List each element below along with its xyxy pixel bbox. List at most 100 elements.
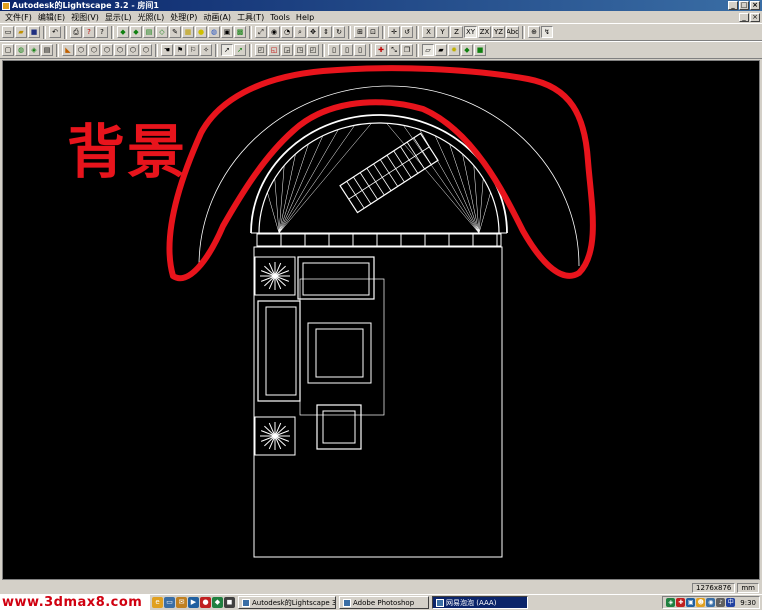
material-icon[interactable]: ▦ xyxy=(182,26,194,38)
tray-ime-icon[interactable]: 中 xyxy=(726,598,736,607)
texture-icon[interactable]: ▤ xyxy=(41,44,53,56)
pan-icon[interactable]: ✥ xyxy=(307,26,319,38)
wireframe-icon[interactable]: ▱ xyxy=(422,44,434,56)
tray-antivirus-icon[interactable]: ✚ xyxy=(676,598,686,607)
cube-wire-6-icon[interactable]: ⬡ xyxy=(140,44,152,56)
viewport-canvas[interactable]: 背景 xyxy=(2,60,760,580)
render-icon[interactable]: ▣ xyxy=(221,26,233,38)
box-icon[interactable]: ▢ xyxy=(2,44,14,56)
select-1-icon[interactable]: ◰ xyxy=(255,44,267,56)
task-photoshop[interactable]: Adobe Photoshop xyxy=(339,596,429,609)
eye-icon[interactable]: ◉ xyxy=(268,26,280,38)
tray-volume-icon[interactable]: ♪ xyxy=(716,598,726,607)
doc-edit-icon[interactable]: ▯ xyxy=(341,44,353,56)
app-icon[interactable] xyxy=(2,1,10,10)
open-folder-icon[interactable]: ▰ xyxy=(15,26,27,38)
undo-icon[interactable]: ↶ xyxy=(49,26,61,38)
select-2-icon[interactable]: ◱ xyxy=(268,44,280,56)
help-icon[interactable]: ? xyxy=(83,26,95,38)
dolly-icon[interactable]: ⇕ xyxy=(320,26,332,38)
layers-icon[interactable]: ▤ xyxy=(143,26,155,38)
quick-app1-icon[interactable]: ● xyxy=(200,597,211,608)
plane-yz-button[interactable]: YZ xyxy=(492,26,505,38)
close-button[interactable]: × xyxy=(750,1,760,10)
shaded-icon[interactable]: ▰ xyxy=(435,44,447,56)
menu-file[interactable]: 文件(F) xyxy=(2,12,35,23)
task-popo[interactable]: 网易泡泡 (AAA) xyxy=(432,596,528,609)
menu-tools-cn[interactable]: 工具(T) xyxy=(234,12,267,23)
quick-media-icon[interactable]: ▶ xyxy=(188,597,199,608)
tray-qq-icon[interactable]: ☻ xyxy=(696,598,706,607)
doc-minimize-button[interactable]: _ xyxy=(739,12,749,22)
select-3-icon[interactable]: ◲ xyxy=(281,44,293,56)
sphere-icon[interactable]: ◍ xyxy=(208,26,220,38)
cube-wire-4-icon[interactable]: ⬡ xyxy=(114,44,126,56)
move-icon[interactable]: ✛ xyxy=(388,26,400,38)
hand-icon[interactable]: ☚ xyxy=(161,44,173,56)
axis-z-button[interactable]: Z xyxy=(450,26,463,38)
task-lightscape[interactable]: Autodesk的Lightscape 3.... xyxy=(238,596,336,609)
new-file-icon[interactable]: ▭ xyxy=(2,26,14,38)
doc-list-icon[interactable]: ▯ xyxy=(354,44,366,56)
menu-animation[interactable]: 动画(A) xyxy=(200,12,234,23)
quick-outlook-icon[interactable]: ✉ xyxy=(176,597,187,608)
walk-icon[interactable]: ⤢ xyxy=(255,26,267,38)
doc-close-button[interactable]: × xyxy=(750,12,760,22)
spot-light-icon[interactable]: ✧ xyxy=(200,44,212,56)
print-icon[interactable]: ⎙ xyxy=(70,26,82,38)
figure-run-icon[interactable]: ⚐ xyxy=(187,44,199,56)
image-icon[interactable]: ▩ xyxy=(234,26,246,38)
menu-light[interactable]: 光照(L) xyxy=(135,12,168,23)
sun-icon[interactable]: ✹ xyxy=(448,44,460,56)
gem-icon[interactable]: ◆ xyxy=(461,44,473,56)
axis-x-button[interactable]: X xyxy=(422,26,435,38)
cube-wire-1-icon[interactable]: ⬡ xyxy=(75,44,87,56)
rotate-icon[interactable]: ↻ xyxy=(333,26,345,38)
doc-icon[interactable]: ▯ xyxy=(328,44,340,56)
surface-icon[interactable]: ◇ xyxy=(156,26,168,38)
text-abc-button[interactable]: Abc xyxy=(506,26,519,38)
title-bar[interactable]: Autodesk的Lightscape 3.2 - 房间1 _ □ × xyxy=(0,0,762,11)
copy-icon[interactable]: ❐ xyxy=(401,44,413,56)
axis-y-button[interactable]: Y xyxy=(436,26,449,38)
select-4-icon[interactable]: ◳ xyxy=(294,44,306,56)
globe-icon[interactable]: ◍ xyxy=(15,44,27,56)
maximize-button[interactable]: □ xyxy=(739,1,749,10)
snap-icon[interactable]: ⊕ xyxy=(528,26,540,38)
context-help-icon[interactable]: ? xyxy=(96,26,108,38)
cube-wire-3-icon[interactable]: ⬡ xyxy=(101,44,113,56)
tray-network-icon[interactable]: ▣ xyxy=(686,598,696,607)
light-bulb-icon[interactable]: ● xyxy=(195,26,207,38)
save-icon[interactable]: ■ xyxy=(28,26,40,38)
radiosity-icon[interactable]: ◈ xyxy=(28,44,40,56)
zoom-extents-icon[interactable]: ⊡ xyxy=(367,26,379,38)
menu-process[interactable]: 处理(P) xyxy=(167,12,200,23)
minimize-button[interactable]: _ xyxy=(728,1,738,10)
tray-shield-icon[interactable]: ◈ xyxy=(666,598,676,607)
menu-view[interactable]: 视图(V) xyxy=(68,12,102,23)
transform-icon[interactable]: ✚ xyxy=(375,44,387,56)
refresh-icon[interactable]: ↺ xyxy=(401,26,413,38)
cube-add-icon[interactable]: ◆ xyxy=(130,26,142,38)
scale-icon[interactable]: ⤡ xyxy=(388,44,400,56)
menu-edit[interactable]: 编辑(E) xyxy=(35,12,68,23)
menu-tools[interactable]: Tools xyxy=(267,13,293,22)
ortho-icon[interactable]: ↯ xyxy=(541,26,553,38)
orbit-icon[interactable]: ◔ xyxy=(281,26,293,38)
select-5-icon[interactable]: ◰ xyxy=(307,44,319,56)
zoom-window-icon[interactable]: ⊞ xyxy=(354,26,366,38)
zoom-icon[interactable]: ⌕ xyxy=(294,26,306,38)
cube-wire-2-icon[interactable]: ⬡ xyxy=(88,44,100,56)
select-arrow-icon[interactable]: ➚ xyxy=(221,44,233,56)
cube-solid-icon[interactable]: ■ xyxy=(474,44,486,56)
quick-app2-icon[interactable]: ◆ xyxy=(212,597,223,608)
figure-walk-icon[interactable]: ⚑ xyxy=(174,44,186,56)
select-add-icon[interactable]: ➚ xyxy=(234,44,246,56)
menu-display[interactable]: 显示(L) xyxy=(102,12,135,23)
quick-ie-icon[interactable]: e xyxy=(152,597,163,608)
quick-desktop-icon[interactable]: ▭ xyxy=(164,597,175,608)
paint-icon[interactable]: ◣ xyxy=(62,44,74,56)
menu-help[interactable]: Help xyxy=(293,13,317,22)
cube-wire-5-icon[interactable]: ⬡ xyxy=(127,44,139,56)
cube-green-icon[interactable]: ◆ xyxy=(117,26,129,38)
